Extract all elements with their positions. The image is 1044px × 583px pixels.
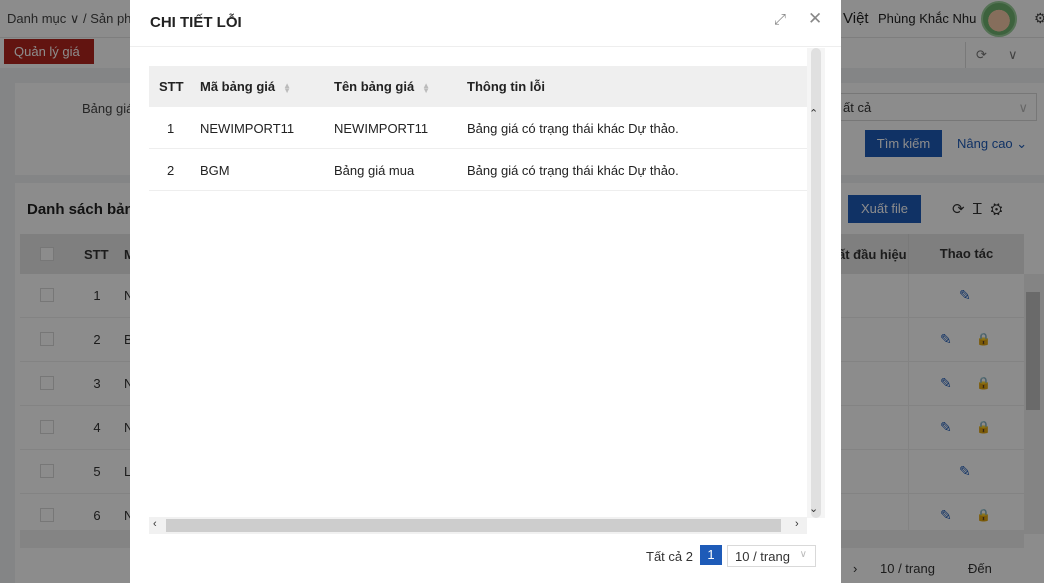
cell-stt: 2 xyxy=(167,163,175,178)
column-name-label: Tên bảng giá xyxy=(334,79,415,94)
error-table: STT Mã bảng giá ▲ ▼ Tên bảng giá ▲ ▼ Thông t… xyxy=(149,66,807,534)
modal-header: CHI TIẾT LỖI ⤢ ✕ xyxy=(130,0,841,47)
page-size-value: 10 / trang xyxy=(735,549,790,564)
cell-error: Bảng giá có trạng thái khác Dự thảo. xyxy=(467,163,679,178)
scroll-left-icon[interactable]: ‹ xyxy=(153,518,157,530)
column-name[interactable]: Tên bảng giá ▲ ▼ xyxy=(334,79,430,94)
cell-code: BGM xyxy=(200,163,230,178)
cell-code: NEWIMPORT11 xyxy=(200,121,295,136)
sort-icon[interactable]: ▲ ▼ xyxy=(422,81,430,94)
total-count: Tất cả 2 xyxy=(646,549,693,564)
cell-error: Bảng giá có trạng thái khác Dự thảo. xyxy=(467,121,679,136)
cell-name: NEWIMPORT11 xyxy=(334,121,429,136)
scroll-down-icon[interactable]: ⌄ xyxy=(809,502,818,515)
chevron-down-icon: ∨ xyxy=(799,549,807,560)
sort-icon[interactable]: ▲ ▼ xyxy=(283,81,291,94)
cell-name: Bảng giá mua xyxy=(334,163,415,178)
scrollbar-thumb[interactable] xyxy=(166,519,781,532)
scroll-up-icon[interactable]: ⌃ xyxy=(809,107,818,120)
page-size-select[interactable]: 10 / trang ∨ xyxy=(727,545,816,567)
column-code-label: Mã bảng giá xyxy=(200,79,276,94)
table-row[interactable]: 2 BGM Bảng giá mua Bảng giá có trạng thá… xyxy=(149,149,807,191)
maximize-icon[interactable]: ⤢ xyxy=(774,12,790,28)
scroll-right-icon[interactable]: › xyxy=(795,518,799,530)
page-1-button[interactable]: 1 xyxy=(700,545,722,565)
column-stt: STT xyxy=(159,79,184,94)
close-icon[interactable]: ✕ xyxy=(808,10,824,27)
column-code[interactable]: Mã bảng giá ▲ ▼ xyxy=(200,79,291,94)
modal-title: CHI TIẾT LỖI xyxy=(150,14,242,31)
error-detail-modal: CHI TIẾT LỖI ⤢ ✕ STT Mã bảng giá ▲ ▼ Tên b… xyxy=(130,0,841,583)
error-table-header: STT Mã bảng giá ▲ ▼ Tên bảng giá ▲ ▼ Thông t… xyxy=(149,66,807,107)
table-row[interactable]: 1 NEWIMPORT11 NEWIMPORT11 Bảng giá có tr… xyxy=(149,107,807,149)
cell-stt: 1 xyxy=(167,121,175,136)
column-error: Thông tin lỗi xyxy=(467,79,545,94)
